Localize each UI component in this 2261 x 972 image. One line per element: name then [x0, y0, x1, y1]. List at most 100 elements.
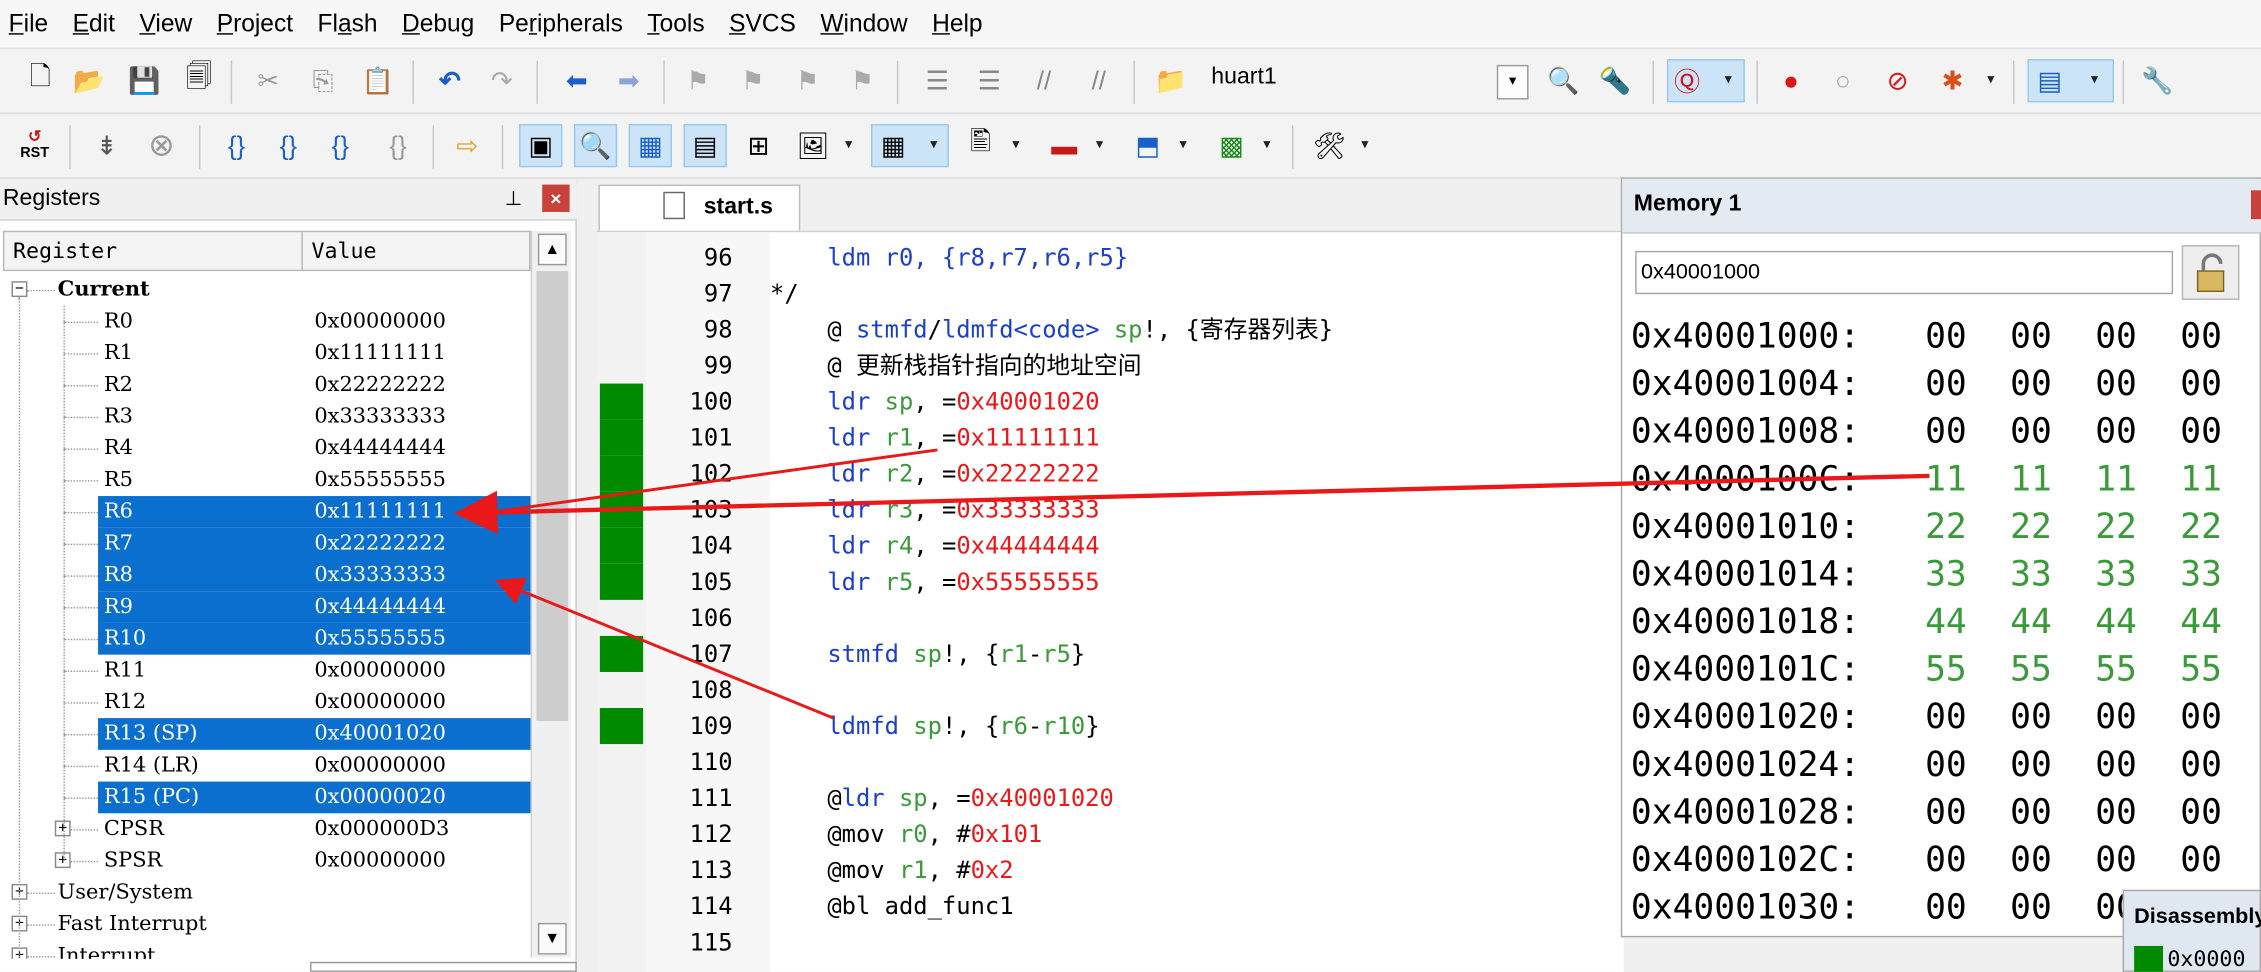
register-row[interactable]: R6 0x11111111 — [3, 496, 531, 528]
show-next-statement-icon[interactable]: ⇨ — [447, 124, 487, 167]
memory-row[interactable]: 0x40001024: 00 00 00 00 — [1631, 741, 2251, 789]
memory-row[interactable]: 0x40001020: 00 00 00 00 — [1631, 694, 2251, 742]
save-all-icon[interactable]: 🗐 — [179, 59, 219, 102]
memory-byte[interactable]: 00 — [2095, 408, 2137, 456]
register-row[interactable]: R4 0x44444444 — [3, 433, 531, 465]
memory-byte[interactable]: 55 — [2010, 646, 2052, 694]
memory-byte[interactable]: 00 — [1925, 361, 1967, 409]
redo-icon[interactable]: ↷ — [482, 59, 522, 102]
comment-icon[interactable]: // — [1024, 59, 1064, 102]
menu-file[interactable]: File — [0, 0, 64, 48]
register-row[interactable]: + Fast Interrupt — [3, 908, 531, 940]
insert-breakpoint-icon[interactable]: ● — [1771, 59, 1811, 102]
debug-session-icon[interactable]: Ⓠ — [1666, 59, 1745, 103]
trace-window-icon[interactable]: ⬒ — [1128, 124, 1168, 167]
undo-icon[interactable]: ↶ — [430, 59, 470, 102]
save-icon[interactable]: 💾 — [124, 59, 164, 102]
memory-byte[interactable]: 00 — [2010, 313, 2052, 361]
pin-icon[interactable]: ⊥ — [505, 186, 523, 211]
register-row[interactable]: R1 0x11111111 — [3, 337, 531, 369]
code-line[interactable]: 110 — [597, 744, 1624, 780]
memory-row[interactable]: 0x4000102C: 00 00 00 00 — [1631, 836, 2251, 884]
toolbox-icon[interactable]: 🛠 — [1309, 124, 1349, 167]
code-line[interactable]: 98 @ stmfd/ldmfd<code> sp!, {寄存器列表} — [597, 311, 1624, 347]
register-row[interactable]: R8 0x33333333 — [3, 559, 531, 592]
memory-row[interactable]: 0x40001018: 44 44 44 44 — [1631, 598, 2251, 646]
register-row[interactable]: R10 0x55555555 — [3, 622, 531, 655]
reset-cpu-icon[interactable]: ↺ RST — [14, 124, 54, 167]
memory-byte[interactable]: 00 — [2180, 741, 2222, 789]
step-over-icon[interactable]: {} — [268, 124, 308, 167]
disassembly-window-icon[interactable]: 🔍 — [573, 124, 618, 168]
enable-breakpoint-icon[interactable]: ○ — [1823, 59, 1863, 102]
bookmark-next-icon[interactable]: ⚑ — [787, 59, 827, 102]
memory-byte[interactable]: 00 — [2095, 313, 2137, 361]
memory-byte[interactable]: 00 — [2010, 884, 2052, 932]
memory-row[interactable]: 0x40001004: 00 00 00 00 — [1631, 361, 2251, 409]
register-row[interactable]: R14 (LR) 0x00000000 — [3, 750, 531, 782]
watch-window-icon[interactable]: 🖼 — [793, 124, 833, 167]
register-value[interactable]: 0x33333333 — [314, 401, 446, 433]
memory-byte[interactable]: 00 — [1925, 694, 1967, 742]
register-row[interactable]: R3 0x33333333 — [3, 401, 531, 433]
stop-icon[interactable]: ⊗ — [141, 124, 181, 167]
code-line[interactable]: 115 — [597, 924, 1624, 960]
serial-window-icon[interactable]: 🖺 — [960, 124, 1000, 167]
menu-window[interactable]: Window — [812, 0, 924, 48]
memory-row[interactable]: 0x4000101C: 55 55 55 55 — [1631, 646, 2251, 694]
run-icon[interactable]: ⇟ — [87, 124, 127, 167]
code-line[interactable]: 108 — [597, 672, 1624, 708]
tab-start-s[interactable]: start.s — [598, 184, 801, 231]
register-row[interactable]: R9 0x44444444 — [3, 591, 531, 623]
menu-tools[interactable]: Tools — [639, 0, 721, 48]
analysis-window-icon[interactable]: ▬ — [1044, 124, 1084, 167]
command-window-icon[interactable]: ▣ — [519, 124, 563, 168]
menu-svcs[interactable]: SVCS — [720, 0, 811, 48]
code-line[interactable]: 106 — [597, 600, 1624, 636]
menu-edit[interactable]: Edit — [64, 0, 131, 48]
memory-byte[interactable]: 00 — [2180, 313, 2222, 361]
memory-byte[interactable]: 00 — [2010, 741, 2052, 789]
memory-byte[interactable]: 00 — [2095, 361, 2137, 409]
register-value[interactable]: 0x44444444 — [314, 591, 446, 623]
memory-byte[interactable]: 00 — [2010, 408, 2052, 456]
memory-byte[interactable]: 00 — [2180, 694, 2222, 742]
memory-row[interactable]: 0x40001000: 00 00 00 00 — [1631, 313, 2251, 361]
memory-byte[interactable]: 11 — [2180, 456, 2222, 504]
memory-row[interactable]: 0x40001010: 22 22 22 22 — [1631, 503, 2251, 551]
memory-byte[interactable]: 00 — [2010, 836, 2052, 884]
column-value[interactable]: Value — [303, 232, 531, 270]
memory-byte[interactable]: 00 — [2095, 741, 2137, 789]
register-value[interactable]: 0x11111111 — [314, 496, 446, 528]
register-row[interactable]: + SPSR 0x00000000 — [3, 845, 531, 877]
memory-byte[interactable]: 33 — [2010, 551, 2052, 599]
register-row[interactable]: R5 0x55555555 — [3, 464, 531, 496]
navigate-back-icon[interactable]: ⬅ — [557, 59, 597, 102]
menu-flash[interactable]: Flash — [309, 0, 394, 48]
system-viewer-icon[interactable]: ▩ — [1211, 124, 1251, 167]
memory-byte[interactable]: 00 — [2010, 789, 2052, 837]
memory-address-input[interactable]: 0x40001000 — [1635, 250, 2174, 295]
code-line[interactable]: 107 stmfd sp!, {r1-r5} — [597, 636, 1624, 672]
memory-byte[interactable]: 55 — [2095, 646, 2137, 694]
memory-byte[interactable]: 00 — [2095, 836, 2137, 884]
register-value[interactable]: 0x55555555 — [314, 623, 446, 655]
memory-byte[interactable]: 00 — [2180, 361, 2222, 409]
memory-byte[interactable]: 00 — [2010, 694, 2052, 742]
menu-help[interactable]: Help — [923, 0, 998, 48]
registers-horizontal-scrollbar[interactable] — [310, 961, 577, 972]
code-line[interactable]: 103 ldr r3, =0x33333333 — [597, 492, 1624, 528]
scroll-thumb[interactable] — [536, 271, 569, 721]
memory-byte[interactable]: 00 — [1925, 789, 1967, 837]
register-value[interactable]: 0x55555555 — [314, 464, 446, 496]
run-to-cursor-icon[interactable]: {} — [378, 124, 418, 167]
new-file-icon[interactable]: 🗋 — [20, 59, 60, 102]
memory-byte[interactable]: 11 — [2010, 456, 2052, 504]
register-row[interactable]: R0 0x00000000 — [3, 306, 531, 338]
register-value[interactable]: 0x33333333 — [314, 559, 446, 591]
memory-byte[interactable]: 44 — [2010, 598, 2052, 646]
register-value[interactable]: 0x00000000 — [314, 655, 446, 687]
code-line[interactable]: 100 ldr sp, =0x40001020 — [597, 384, 1624, 420]
bookmark-toggle-icon[interactable]: ⚑ — [678, 59, 718, 102]
scroll-up-icon[interactable]: ▲ — [537, 233, 567, 266]
